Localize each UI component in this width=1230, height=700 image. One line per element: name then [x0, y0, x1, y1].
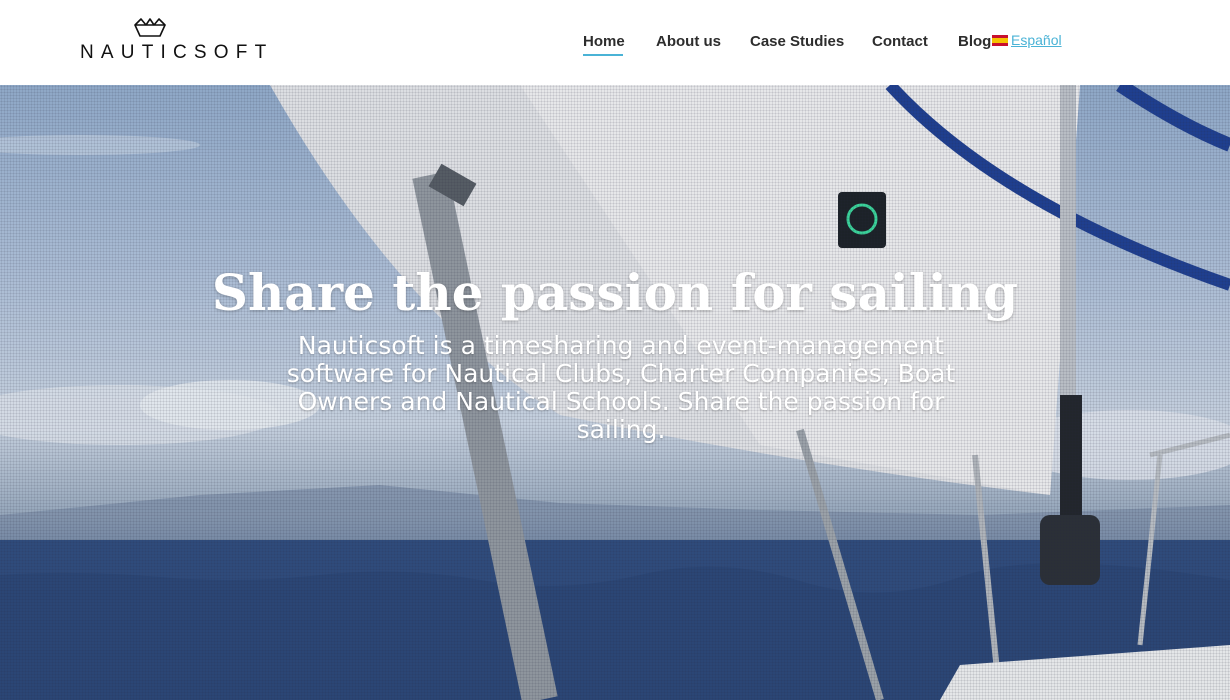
nav-item-about-us[interactable]: About us [656, 33, 721, 50]
spain-flag-icon [992, 34, 1008, 46]
language-switch[interactable]: Español [992, 32, 1062, 48]
hero-section: Share the passion for sailing Nauticsoft… [0, 85, 1230, 700]
hero-subtitle: Nauticsoft is a timesharing and event-ma… [286, 331, 956, 444]
active-nav-indicator [583, 54, 623, 56]
main-nav: Home About us Case Studies Contact Blog … [0, 0, 1230, 85]
language-label: Español [1011, 32, 1062, 48]
nav-item-blog[interactable]: Blog [958, 33, 991, 50]
nav-item-contact[interactable]: Contact [872, 33, 928, 50]
hero-title: Share the passion for sailing [211, 263, 1019, 322]
nav-item-case-studies[interactable]: Case Studies [750, 33, 844, 50]
site-header: NAUTICSOFT Home About us Case Studies Co… [0, 0, 1230, 85]
nav-item-home[interactable]: Home [583, 33, 625, 50]
